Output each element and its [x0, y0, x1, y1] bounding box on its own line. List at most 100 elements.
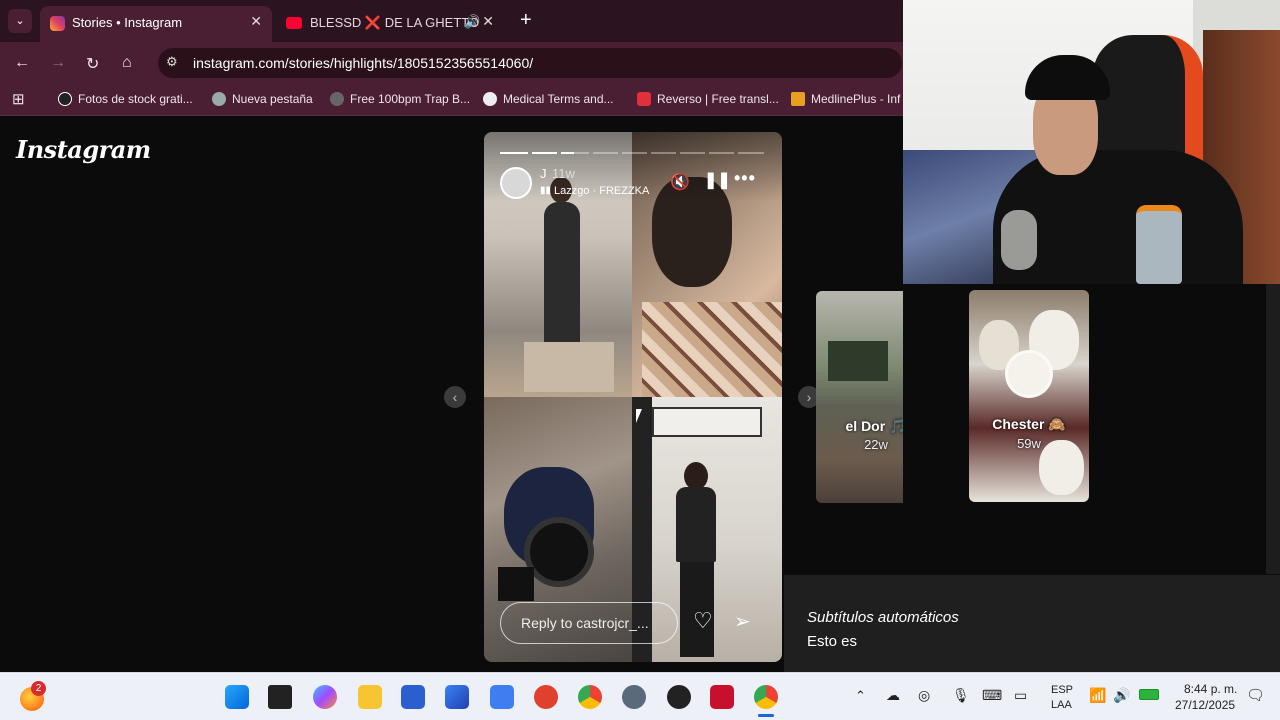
- music-icon: ▮▮: [540, 185, 552, 196]
- share-send-icon[interactable]: ➢: [734, 609, 751, 634]
- instagram-logo[interactable]: Instagram: [16, 135, 151, 164]
- previous-story-button[interactable]: ‹: [444, 386, 466, 408]
- file-explorer-icon[interactable]: [358, 685, 382, 709]
- site-info-icon[interactable]: ⚙: [166, 54, 178, 70]
- bookmark-item[interactable]: Reverso | Free transl...: [637, 92, 779, 106]
- notification-badge: 2: [31, 681, 46, 696]
- story-progress-bar: [680, 152, 705, 154]
- back-icon[interactable]: ←: [14, 54, 30, 72]
- preview-time: 22w: [864, 437, 888, 452]
- browser-window: ⌄ Stories • Instagram ✕ BLESSD ❌ DE LA G…: [0, 0, 903, 672]
- bookmark-item[interactable]: MedlinePlus - Inf: [791, 92, 900, 106]
- task-view-icon[interactable]: [268, 685, 292, 709]
- pdf-icon[interactable]: [534, 685, 558, 709]
- story-progress-bar: [651, 152, 676, 154]
- show-hidden-icons-icon[interactable]: ⌃: [855, 688, 866, 704]
- clock-time[interactable]: 8:44 p. m.: [1184, 682, 1237, 696]
- microphone-icon[interactable]: 🎙: [952, 687, 970, 704]
- reverso-icon: [637, 92, 651, 106]
- bookmark-item[interactable]: Fotos de stock grati...: [58, 92, 193, 106]
- stock-icon: [58, 92, 72, 106]
- highlight-preview-chester[interactable]: Chester 🙈 59w: [969, 290, 1089, 502]
- youtube-icon: [286, 17, 302, 29]
- instagram-page: Instagram ‹ › J 11w ▮▮ Lazzgo · FREZZKA …: [0, 117, 903, 672]
- meet-now-icon[interactable]: ◎: [918, 687, 930, 704]
- story-viewer[interactable]: J 11w ▮▮ Lazzgo · FREZZKA 🔇 ❚❚ ••• Reply…: [484, 132, 782, 662]
- bookmark-label: Nueva pestaña: [232, 92, 313, 106]
- address-bar[interactable]: ⚙ instagram.com/stories/highlights/18051…: [158, 48, 902, 78]
- windows-taskbar: 2 ⌃ ☁ ◎ 🎙 ⌨ ▭ ESP LAA 📶 🔊 8:44 p. m. 27/…: [0, 672, 1280, 720]
- story-progress-bar: [500, 152, 528, 154]
- bookmark-label: Free 100bpm Trap B...: [350, 92, 471, 106]
- audio-playing-icon[interactable]: 🔊: [464, 14, 480, 30]
- home-icon[interactable]: ⌂: [122, 54, 132, 72]
- bookmark-item[interactable]: Free 100bpm Trap B...: [330, 92, 470, 106]
- cloud-sync-icon[interactable]: ☁: [886, 687, 900, 704]
- chrome-profile-icon[interactable]: [754, 685, 778, 709]
- bookmark-label: Reverso | Free transl...: [657, 92, 779, 106]
- captions-text: Esto es: [807, 633, 858, 650]
- new-tab-button[interactable]: +: [520, 9, 532, 32]
- word-icon[interactable]: [401, 685, 425, 709]
- bookmark-item[interactable]: Nueva pestaña: [212, 92, 313, 106]
- bookmarks-bar: ⊞ Fotos de stock grati... Nueva pestaña …: [0, 84, 903, 116]
- keyboard-icon[interactable]: ⌨: [982, 687, 1002, 704]
- forward-icon[interactable]: →: [50, 54, 66, 72]
- music-icon: [330, 92, 344, 106]
- toolbar: ← → ↻ ⌂ ⚙ instagram.com/stories/highligh…: [0, 42, 903, 84]
- tab-search-button[interactable]: ⌄: [8, 9, 32, 33]
- instagram-icon: [50, 16, 65, 31]
- story-progress-bar: [709, 152, 734, 154]
- volume-icon[interactable]: 🔊: [1113, 687, 1130, 704]
- bookmark-label: Fotos de stock grati...: [78, 92, 193, 106]
- muted-icon[interactable]: 🔇: [670, 172, 690, 192]
- reply-input[interactable]: Reply to castrojcr_...: [500, 602, 678, 644]
- active-app-indicator: [758, 714, 774, 717]
- more-options-icon[interactable]: •••: [734, 168, 756, 189]
- preview-label: el Dor 🎵: [845, 418, 904, 434]
- pause-icon[interactable]: ❚❚: [704, 170, 731, 190]
- bookmark-item[interactable]: Medical Terms and...: [483, 92, 614, 106]
- mcafee-icon[interactable]: [710, 685, 734, 709]
- story-username[interactable]: J: [540, 166, 547, 181]
- tab-youtube[interactable]: BLESSD ❌ DE LA GHETTO 🔊 ✕: [280, 6, 510, 42]
- app-icon[interactable]: [667, 685, 691, 709]
- story-time: 11w: [552, 166, 575, 181]
- windows-start-icon[interactable]: [225, 685, 249, 709]
- display-icon[interactable]: ▭: [1014, 687, 1027, 704]
- story-progress-bar: [532, 152, 557, 154]
- tab-strip: ⌄ Stories • Instagram ✕ BLESSD ❌ DE LA G…: [0, 0, 903, 42]
- story-progress-bar: [593, 152, 618, 154]
- wifi-icon[interactable]: 📶: [1089, 687, 1106, 704]
- medline-icon: [791, 92, 805, 106]
- webcam-bottle: [1136, 205, 1182, 284]
- copilot-icon[interactable]: [313, 685, 337, 709]
- globe-icon: [212, 92, 226, 106]
- avatar[interactable]: [500, 167, 532, 199]
- url-text: instagram.com/stories/highlights/1805152…: [193, 55, 534, 71]
- highlight-preview-el-dor[interactable]: el Dor 🎵 22w: [816, 291, 903, 503]
- like-heart-icon[interactable]: ♡: [693, 608, 713, 634]
- page-scrollbar[interactable]: [1266, 284, 1280, 574]
- story-song[interactable]: Lazzgo · FREZZKA: [554, 185, 649, 197]
- tab-title: Stories • Instagram: [72, 15, 183, 30]
- close-tab-icon[interactable]: ✕: [250, 13, 262, 30]
- preview-time: 59w: [1017, 436, 1041, 451]
- notifications-icon[interactable]: 🗨: [1246, 686, 1265, 704]
- apps-grid-icon[interactable]: ⊞: [12, 90, 25, 108]
- close-tab-icon[interactable]: ✕: [482, 13, 494, 30]
- store-icon[interactable]: [445, 685, 469, 709]
- battery-icon[interactable]: [1139, 689, 1159, 700]
- calendar-icon[interactable]: [490, 685, 514, 709]
- webcam-overlay: [903, 0, 1280, 284]
- tab-stories-instagram[interactable]: Stories • Instagram ✕: [40, 6, 272, 42]
- story-progress-bar: [622, 152, 647, 154]
- captions-title: Subtítulos automáticos: [807, 609, 959, 626]
- bookmark-label: MedlinePlus - Inf: [811, 92, 901, 106]
- reload-icon[interactable]: ↻: [86, 54, 99, 74]
- clock-date[interactable]: 27/12/2025: [1175, 698, 1235, 712]
- language-indicator[interactable]: ESP: [1051, 684, 1073, 696]
- language-indicator-secondary[interactable]: LAA: [1051, 699, 1072, 711]
- settings-icon[interactable]: [622, 685, 646, 709]
- chrome-icon[interactable]: [578, 685, 602, 709]
